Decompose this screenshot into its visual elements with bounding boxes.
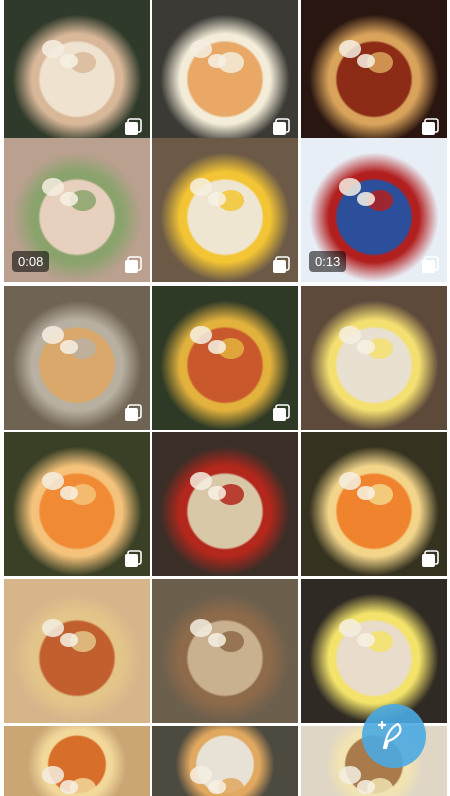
multiple-images-icon: [125, 404, 142, 421]
photo-thumbnail[interactable]: [152, 726, 298, 796]
multiple-images-icon: [125, 550, 142, 567]
photo-thumbnail[interactable]: [301, 0, 447, 144]
food-topping: [42, 40, 64, 58]
photo-thumbnail[interactable]: [152, 286, 298, 430]
food-topping: [190, 472, 212, 490]
photo-thumbnail[interactable]: [301, 286, 447, 430]
video-duration-badge: 0:13: [309, 251, 347, 272]
food-topping: [190, 326, 212, 344]
video-duration-badge: 0:08: [12, 251, 50, 272]
food-topping: [190, 178, 212, 196]
photo-thumbnail[interactable]: [152, 0, 298, 144]
photo-thumbnail[interactable]: [152, 579, 298, 723]
multiple-images-icon: [273, 118, 290, 135]
food-topping: [339, 326, 361, 344]
food-topping: [42, 766, 64, 784]
photo-thumbnail[interactable]: [4, 432, 150, 576]
food-topping: [190, 766, 212, 784]
new-post-fab[interactable]: [362, 704, 426, 768]
media-grid: 0:08 0:13: [0, 0, 450, 796]
food-topping: [42, 619, 64, 637]
food-topping: [190, 40, 212, 58]
food-topping: [42, 178, 64, 196]
multiple-images-icon: [125, 118, 142, 135]
photo-thumbnail[interactable]: [4, 726, 150, 796]
video-thumbnail[interactable]: 0:08: [4, 138, 150, 282]
photo-thumbnail[interactable]: [4, 286, 150, 430]
food-topping: [339, 766, 361, 784]
multiple-images-icon: [422, 118, 439, 135]
food-topping: [339, 40, 361, 58]
multiple-images-icon: [125, 256, 142, 273]
food-topping: [339, 619, 361, 637]
multiple-images-icon: [273, 256, 290, 273]
food-topping: [42, 326, 64, 344]
photo-thumbnail[interactable]: [4, 0, 150, 144]
food-topping: [190, 619, 212, 637]
photo-thumbnail[interactable]: [301, 579, 447, 723]
photo-thumbnail[interactable]: [152, 138, 298, 282]
photo-thumbnail[interactable]: [301, 432, 447, 576]
food-topping: [42, 472, 64, 490]
multiple-images-icon: [273, 404, 290, 421]
photo-thumbnail[interactable]: [152, 432, 298, 576]
new-post-feather-icon: [377, 720, 402, 750]
video-thumbnail[interactable]: 0:13: [301, 138, 447, 282]
food-topping: [339, 178, 361, 196]
food-topping: [339, 472, 361, 490]
multiple-images-icon: [422, 256, 439, 273]
photo-thumbnail[interactable]: [4, 579, 150, 723]
multiple-images-icon: [422, 550, 439, 567]
